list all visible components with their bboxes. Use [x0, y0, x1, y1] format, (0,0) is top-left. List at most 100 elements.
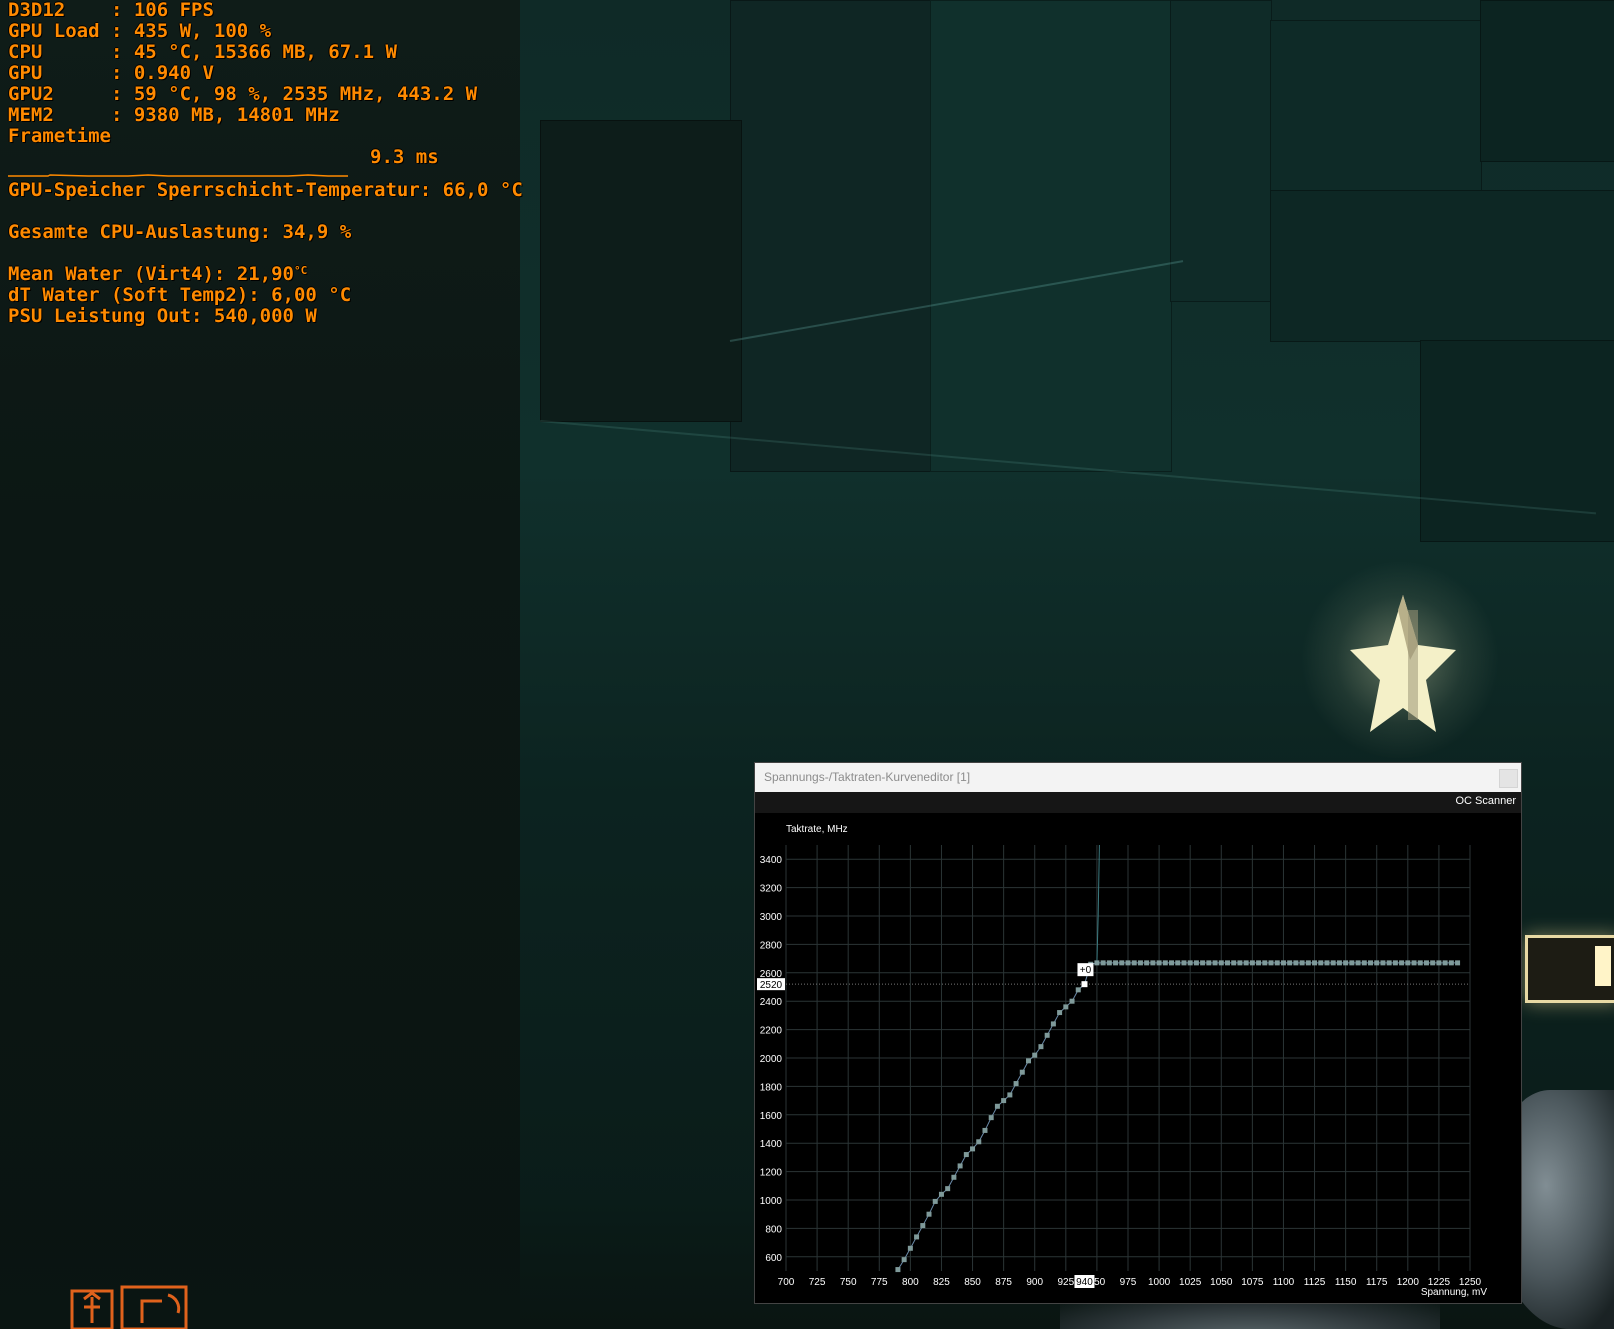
- curve-point[interactable]: [1026, 1058, 1032, 1064]
- curve-point[interactable]: [963, 1152, 969, 1158]
- x-tick-label: 1175: [1366, 1277, 1388, 1288]
- curve-point[interactable]: [1156, 960, 1162, 966]
- curve-editor-window[interactable]: Spannungs-/Taktraten-Kurveneditor [1] OC…: [754, 762, 1522, 1304]
- curve-point[interactable]: [1330, 960, 1336, 966]
- curve-point[interactable]: [1368, 960, 1374, 966]
- curve-point[interactable]: [1181, 960, 1187, 966]
- curve-point[interactable]: [914, 1234, 920, 1240]
- curve-point[interactable]: [1063, 1004, 1069, 1010]
- curve-point[interactable]: [1094, 960, 1100, 966]
- curve-point[interactable]: [1150, 960, 1156, 966]
- curve-point[interactable]: [1038, 1044, 1044, 1050]
- curve-point[interactable]: [1069, 998, 1075, 1004]
- curve-point[interactable]: [1144, 960, 1150, 966]
- curve-point[interactable]: [1119, 960, 1125, 966]
- wall-panel: [1270, 20, 1482, 192]
- curve-point[interactable]: [907, 1245, 913, 1251]
- curve-point[interactable]: [920, 1223, 926, 1229]
- curve-point[interactable]: [951, 1174, 957, 1180]
- curve-point[interactable]: [1187, 960, 1193, 966]
- curve-point[interactable]: [1399, 960, 1405, 966]
- curve-point[interactable]: [1274, 960, 1280, 966]
- curve-point[interactable]: [1386, 960, 1392, 966]
- curve-point[interactable]: [1125, 960, 1131, 966]
- curve-point[interactable]: [1448, 960, 1454, 966]
- curve-point[interactable]: [1100, 960, 1106, 966]
- curve-point[interactable]: [1374, 960, 1380, 966]
- curve-point[interactable]: [1175, 960, 1181, 966]
- curve-point[interactable]: [1193, 960, 1199, 966]
- curve-point[interactable]: [988, 1115, 994, 1121]
- curve-point[interactable]: [1075, 987, 1081, 993]
- curve-point[interactable]: [1280, 960, 1286, 966]
- curve-point[interactable]: [1162, 960, 1168, 966]
- curve-point[interactable]: [1392, 960, 1398, 966]
- window-titlebar[interactable]: Spannungs-/Taktraten-Kurveneditor [1]: [755, 763, 1521, 793]
- close-button[interactable]: [1499, 769, 1518, 788]
- curve-point[interactable]: [1212, 960, 1218, 966]
- osd-mem-junction-temp: GPU-Speicher Sperrschicht-Temperatur: 66…: [8, 179, 523, 201]
- curve-point[interactable]: [1243, 960, 1249, 966]
- curve-point[interactable]: [938, 1191, 944, 1197]
- curve-point[interactable]: [1361, 960, 1367, 966]
- curve-point[interactable]: [1237, 960, 1243, 966]
- wall-panel: [540, 120, 742, 422]
- curve-point[interactable]: [1312, 960, 1318, 966]
- curve-point[interactable]: [1050, 1021, 1056, 1027]
- curve-point[interactable]: [1417, 960, 1423, 966]
- curve-point[interactable]: [1287, 960, 1293, 966]
- curve-point[interactable]: [994, 1103, 1000, 1109]
- curve-point[interactable]: [1318, 960, 1324, 966]
- curve-point[interactable]: [1200, 960, 1206, 966]
- curve-point[interactable]: [1001, 1098, 1007, 1104]
- curve-point[interactable]: [1032, 1052, 1038, 1058]
- curve-point[interactable]: [1249, 960, 1255, 966]
- curve-point[interactable]: [1336, 960, 1342, 966]
- curve-point[interactable]: [976, 1139, 982, 1145]
- curve-point[interactable]: [1113, 960, 1119, 966]
- curve-point[interactable]: [957, 1163, 963, 1169]
- curve-point[interactable]: [1380, 960, 1386, 966]
- curve-point[interactable]: [1218, 960, 1224, 966]
- curve-point[interactable]: [945, 1186, 951, 1192]
- curve-point[interactable]: [895, 1267, 901, 1273]
- curve-point[interactable]: [1293, 960, 1299, 966]
- curve-point[interactable]: [1019, 1069, 1025, 1075]
- oc-scanner-button[interactable]: OC Scanner: [1455, 795, 1516, 807]
- curve-point[interactable]: [1423, 960, 1429, 966]
- curve-point[interactable]: [1169, 960, 1175, 966]
- curve-point[interactable]: [1324, 960, 1330, 966]
- curve-point[interactable]: [1262, 960, 1268, 966]
- vf-curve-chart[interactable]: Taktrate, MHz Spannung, mV 600 800 1000 120…: [755, 813, 1521, 1303]
- curve-point[interactable]: [1268, 960, 1274, 966]
- curve-point[interactable]: [926, 1211, 932, 1217]
- curve-point[interactable]: [1436, 960, 1442, 966]
- curve-point[interactable]: [982, 1127, 988, 1133]
- curve-point[interactable]: [1430, 960, 1436, 966]
- curve-point[interactable]: [1299, 960, 1305, 966]
- curve-point[interactable]: [1131, 960, 1137, 966]
- curve-point[interactable]: [1305, 960, 1311, 966]
- curve-point[interactable]: [901, 1257, 907, 1263]
- curve-point[interactable]: [1411, 960, 1417, 966]
- curve-point[interactable]: [932, 1198, 938, 1204]
- curve-point[interactable]: [1007, 1092, 1013, 1098]
- curve-point[interactable]: [1206, 960, 1212, 966]
- curve-point[interactable]: [1057, 1010, 1063, 1016]
- vf-curve[interactable]: [895, 960, 1461, 1273]
- curve-point[interactable]: [1231, 960, 1237, 966]
- curve-point[interactable]: [1349, 960, 1355, 966]
- curve-point[interactable]: [1013, 1081, 1019, 1087]
- curve-point[interactable]: [1442, 960, 1448, 966]
- curve-point[interactable]: [1224, 960, 1230, 966]
- curve-point[interactable]: [1343, 960, 1349, 966]
- curve-point[interactable]: [1256, 960, 1262, 966]
- curve-point[interactable]: [1355, 960, 1361, 966]
- curve-point[interactable]: [1106, 960, 1112, 966]
- selected-point-markers[interactable]: 2520 940 +0: [757, 963, 1470, 1288]
- curve-point[interactable]: [1405, 960, 1411, 966]
- curve-point[interactable]: [1455, 960, 1461, 966]
- curve-point[interactable]: [1044, 1032, 1050, 1038]
- curve-point[interactable]: [970, 1146, 976, 1152]
- curve-point[interactable]: [1137, 960, 1143, 966]
